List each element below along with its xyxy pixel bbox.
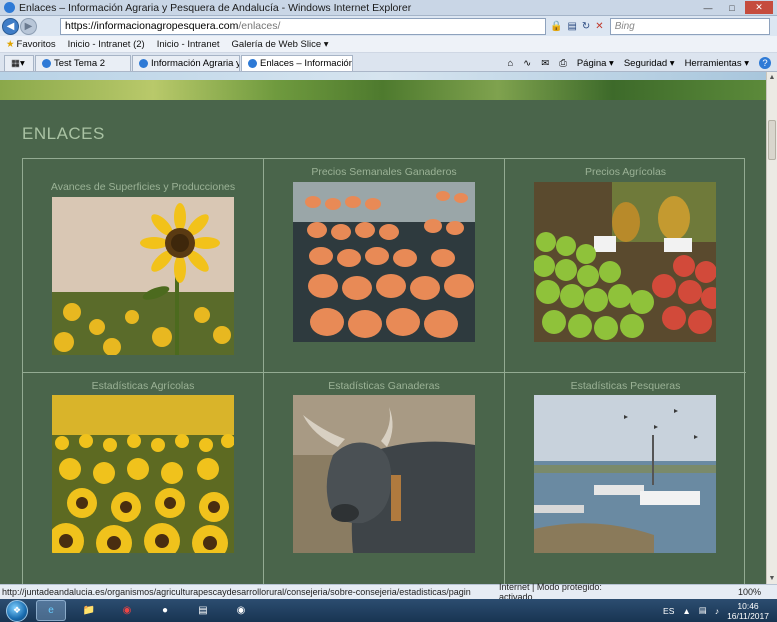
- window-titlebar: Enlaces – Información Agraria y Pesquera…: [0, 0, 777, 16]
- tab-quick-tabs[interactable]: ▦▾: [4, 55, 34, 71]
- bull-image[interactable]: [293, 395, 475, 553]
- start-button[interactable]: ❖: [6, 599, 28, 622]
- search-input[interactable]: Bing: [609, 17, 770, 35]
- forward-button[interactable]: ▶: [20, 17, 37, 35]
- close-window-button[interactable]: ✕: [745, 1, 773, 14]
- url-host: https://informacionagropesquera.com: [65, 20, 239, 32]
- link-card[interactable]: Estadísticas Agrícolas: [23, 373, 264, 584]
- star-icon: ★: [6, 38, 15, 50]
- word-taskbar-icon[interactable]: ▤: [188, 600, 218, 621]
- fruit-market-image[interactable]: [534, 182, 716, 342]
- address-bar: ◀ ▶ https://informacionagropesquera.com /…: [0, 16, 777, 36]
- clock-time: 10:46: [737, 600, 759, 611]
- page-viewport: ENLACES Avances de Superficies y Producc…: [0, 72, 766, 584]
- url-path: /enlaces/: [238, 20, 281, 32]
- stop-icon[interactable]: ✕: [595, 21, 603, 32]
- sunflower-field-image[interactable]: [52, 395, 234, 553]
- refresh-icon[interactable]: ↻: [582, 21, 590, 32]
- app2-taskbar-icon[interactable]: ◉: [226, 600, 256, 621]
- favorites-button[interactable]: ★ Favoritos: [6, 39, 56, 50]
- back-button[interactable]: ◀: [2, 17, 19, 35]
- compat-view-icon[interactable]: ▤: [567, 21, 576, 32]
- page-icon: [248, 59, 257, 68]
- vertical-scrollbar[interactable]: ▲ ▼: [766, 72, 777, 584]
- link-title[interactable]: Precios Semanales Ganaderos: [264, 166, 504, 178]
- network-icon[interactable]: ▤: [699, 605, 707, 616]
- tab-informacion[interactable]: Información Agraria y Pes...: [132, 55, 240, 71]
- ie-taskbar-icon[interactable]: e: [36, 600, 66, 621]
- favorite-item[interactable]: Galería de Web Slice ▾: [232, 39, 329, 50]
- menu-herramientas[interactable]: Herramientas ▾: [685, 58, 749, 69]
- links-grid: Avances de Superficies y Producciones Pr…: [22, 158, 746, 584]
- help-icon[interactable]: ?: [759, 57, 771, 69]
- explorer-taskbar-icon[interactable]: 📁: [74, 600, 104, 621]
- clock[interactable]: 10:46 16/11/2017: [727, 601, 769, 621]
- app-taskbar-icon[interactable]: ●: [150, 600, 180, 621]
- print-icon[interactable]: ⎙: [559, 58, 567, 69]
- favorite-item[interactable]: Inicio - Intranet: [157, 39, 220, 50]
- menu-pagina[interactable]: Página ▾: [577, 58, 614, 69]
- status-url: http://juntadeandalucia.es/organismos/ag…: [2, 587, 471, 597]
- home-icon[interactable]: ⌂: [508, 58, 514, 69]
- mail-icon[interactable]: ✉: [541, 58, 549, 69]
- page-icon: [139, 59, 148, 68]
- header-banner-image: [0, 72, 766, 100]
- eggs-image[interactable]: [293, 182, 475, 342]
- sunflower-image[interactable]: [52, 197, 234, 355]
- language-indicator[interactable]: ES: [663, 606, 674, 616]
- favorite-item[interactable]: Inicio - Intranet (2): [68, 39, 145, 50]
- scroll-down-icon[interactable]: ▼: [767, 573, 777, 584]
- chrome-taskbar-icon[interactable]: ◉: [112, 600, 142, 621]
- ie-logo-icon: [4, 2, 15, 13]
- menu-seguridad[interactable]: Seguridad ▾: [624, 58, 675, 69]
- link-card[interactable]: Estadísticas Pesqueras: [505, 373, 746, 584]
- favorites-bar: ★ Favoritos Inicio - Intranet (2) Inicio …: [0, 36, 777, 53]
- tray-arrow-icon[interactable]: ▲: [682, 606, 690, 616]
- link-title[interactable]: Precios Agrícolas: [505, 166, 746, 178]
- page-title: ENLACES: [22, 124, 105, 143]
- tab-enlaces[interactable]: Enlaces – Información ...✕: [241, 55, 353, 71]
- scroll-up-icon[interactable]: ▲: [767, 72, 777, 83]
- status-bar: http://juntadeandalucia.es/organismos/ag…: [0, 582, 777, 602]
- feeds-icon[interactable]: ∿: [523, 58, 531, 69]
- link-card[interactable]: Precios Semanales Ganaderos: [264, 159, 505, 373]
- tab-bar: ▦▾ Test Tema 2 Información Agraria y Pes…: [0, 53, 777, 72]
- lock-icon[interactable]: 🔒: [550, 21, 562, 32]
- volume-icon[interactable]: ♪: [715, 606, 719, 616]
- taskbar: ❖ e 📁 ◉ ● ▤ ◉ ES ▲ ▤ ♪ 10:46 16/11/2017: [0, 599, 777, 622]
- window-title: Enlaces – Información Agraria y Pesquera…: [19, 1, 412, 14]
- link-title[interactable]: Estadísticas Agrícolas: [23, 380, 263, 392]
- tab-test-tema[interactable]: Test Tema 2: [35, 55, 131, 71]
- link-card[interactable]: Estadísticas Ganaderas: [264, 373, 505, 584]
- link-title[interactable]: Estadísticas Ganaderas: [264, 380, 504, 392]
- maximize-button[interactable]: □: [721, 1, 743, 14]
- fishing-boats-image[interactable]: [534, 395, 716, 553]
- search-placeholder: Bing: [614, 20, 635, 32]
- url-input[interactable]: https://informacionagropesquera.com/enla…: [60, 17, 546, 35]
- clock-date: 16/11/2017: [727, 610, 769, 621]
- page-icon: [42, 59, 51, 68]
- link-card[interactable]: Precios Agrícolas: [505, 159, 746, 373]
- zoom-level[interactable]: 100%: [738, 587, 777, 597]
- link-title[interactable]: Avances de Superficies y Producciones: [23, 181, 263, 193]
- link-title[interactable]: Estadísticas Pesqueras: [505, 380, 746, 392]
- link-card[interactable]: Avances de Superficies y Producciones: [23, 159, 264, 373]
- minimize-button[interactable]: —: [697, 1, 719, 14]
- scroll-thumb[interactable]: [768, 120, 776, 160]
